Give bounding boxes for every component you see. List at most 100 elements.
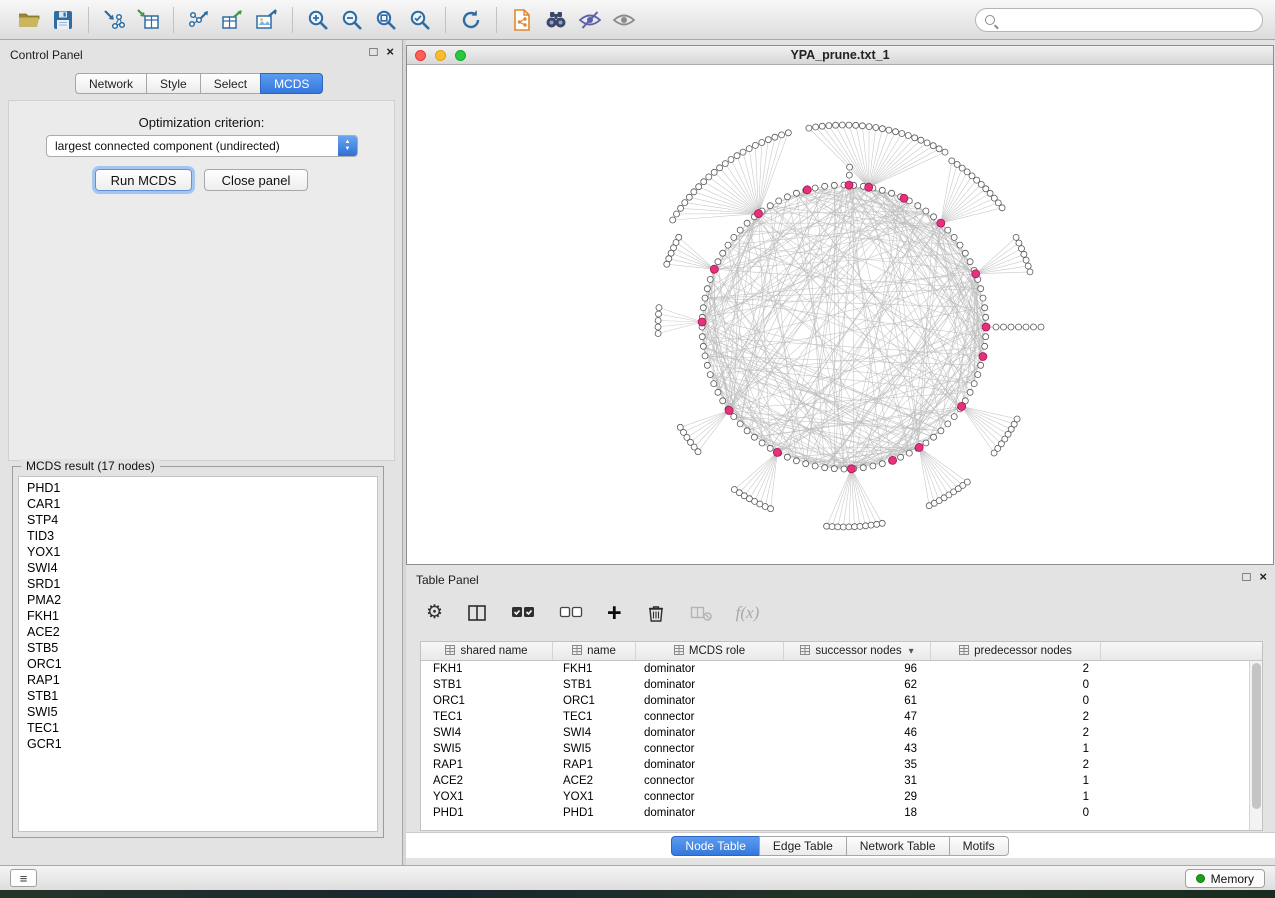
- tab-node-table[interactable]: Node Table: [671, 836, 760, 856]
- satellite-node[interactable]: [852, 524, 858, 530]
- unselect-all-icon[interactable]: [559, 601, 583, 625]
- satellite-node[interactable]: [1027, 269, 1033, 275]
- satellite-node[interactable]: [936, 146, 942, 152]
- satellite-node[interactable]: [964, 479, 970, 485]
- zoom-fit-icon[interactable]: [369, 5, 403, 35]
- satellite-node[interactable]: [734, 153, 740, 159]
- satellite-node[interactable]: [682, 200, 688, 206]
- satellite-node[interactable]: [711, 169, 717, 175]
- table-row[interactable]: SWI4SWI4dominator462: [421, 725, 1249, 741]
- satellite-node[interactable]: [1013, 234, 1019, 240]
- refresh-icon[interactable]: [454, 5, 488, 35]
- network-node[interactable]: [737, 421, 743, 427]
- network-node[interactable]: [931, 214, 937, 220]
- satellite-node[interactable]: [695, 449, 701, 455]
- float-panel-icon[interactable]: □: [370, 45, 378, 59]
- satellite-node[interactable]: [819, 123, 825, 129]
- dominator-node[interactable]: [698, 318, 706, 326]
- satellite-node[interactable]: [1016, 324, 1022, 330]
- mcds-result-item[interactable]: ORC1: [19, 656, 377, 672]
- network-node[interactable]: [720, 398, 726, 404]
- satellite-node[interactable]: [752, 142, 758, 148]
- satellite-node[interactable]: [655, 318, 661, 324]
- network-node[interactable]: [731, 414, 737, 420]
- network-node[interactable]: [700, 305, 706, 311]
- network-node[interactable]: [793, 458, 799, 464]
- dominator-node[interactable]: [803, 186, 811, 194]
- network-node[interactable]: [898, 454, 904, 460]
- satellite-node[interactable]: [1014, 416, 1020, 422]
- satellite-node[interactable]: [824, 523, 830, 529]
- table-row[interactable]: ACE2ACE2connector311: [421, 773, 1249, 789]
- tab-network-table[interactable]: Network Table: [846, 836, 950, 856]
- satellite-node[interactable]: [759, 140, 765, 146]
- export-network-icon[interactable]: [182, 5, 216, 35]
- satellite-node[interactable]: [912, 135, 918, 141]
- export-image-icon[interactable]: [250, 5, 284, 35]
- satellite-node[interactable]: [835, 524, 841, 530]
- satellite-node[interactable]: [846, 172, 852, 178]
- satellite-node[interactable]: [829, 524, 835, 530]
- satellite-node[interactable]: [701, 179, 707, 185]
- satellite-node[interactable]: [846, 122, 852, 128]
- search-input[interactable]: [1002, 13, 1253, 27]
- zoom-out-icon[interactable]: [335, 5, 369, 35]
- satellite-node[interactable]: [949, 158, 955, 164]
- satellite-node[interactable]: [785, 130, 791, 136]
- import-network-icon[interactable]: [97, 5, 131, 35]
- satellite-node[interactable]: [954, 161, 960, 167]
- mcds-result-item[interactable]: RAP1: [19, 672, 377, 688]
- mcds-result-item[interactable]: PHD1: [19, 480, 377, 496]
- network-node[interactable]: [744, 428, 750, 434]
- network-node[interactable]: [700, 343, 706, 349]
- tab-motifs[interactable]: Motifs: [949, 836, 1009, 856]
- dominator-node[interactable]: [847, 465, 855, 473]
- network-node[interactable]: [812, 185, 818, 191]
- mcds-result-item[interactable]: PMA2: [19, 592, 377, 608]
- dominator-node[interactable]: [915, 443, 923, 451]
- dominator-node[interactable]: [972, 270, 980, 278]
- satellite-node[interactable]: [670, 217, 676, 223]
- memory-button[interactable]: Memory: [1185, 869, 1265, 888]
- satellite-node[interactable]: [886, 127, 892, 133]
- network-node[interactable]: [784, 454, 790, 460]
- satellite-node[interactable]: [768, 506, 774, 512]
- column-header-MCDS-role[interactable]: MCDS role: [636, 642, 784, 660]
- mcds-result-item[interactable]: ACE2: [19, 624, 377, 640]
- delete-row-icon[interactable]: [646, 601, 666, 625]
- network-node[interactable]: [983, 334, 989, 340]
- satellite-node[interactable]: [853, 122, 859, 128]
- satellite-node[interactable]: [691, 189, 697, 195]
- network-node[interactable]: [704, 362, 710, 368]
- network-node[interactable]: [715, 259, 721, 265]
- network-node[interactable]: [822, 183, 828, 189]
- satellite-node[interactable]: [806, 125, 812, 131]
- satellite-node[interactable]: [1021, 251, 1027, 257]
- satellite-node[interactable]: [678, 205, 684, 211]
- network-node[interactable]: [704, 286, 710, 292]
- satellite-node[interactable]: [668, 250, 674, 256]
- network-node[interactable]: [870, 463, 876, 469]
- dominator-node[interactable]: [773, 448, 781, 456]
- search-field[interactable]: [975, 8, 1263, 32]
- satellite-node[interactable]: [942, 149, 948, 155]
- network-node[interactable]: [707, 372, 713, 378]
- network-node[interactable]: [978, 362, 984, 368]
- network-titlebar[interactable]: YPA_prune.txt_1: [407, 46, 1273, 65]
- import-table-icon[interactable]: [131, 5, 165, 35]
- satellite-node[interactable]: [840, 524, 846, 530]
- satellite-node[interactable]: [722, 161, 728, 167]
- satellite-node[interactable]: [993, 324, 999, 330]
- satellite-node[interactable]: [874, 521, 880, 527]
- satellite-node[interactable]: [899, 131, 905, 137]
- mcds-result-item[interactable]: SWI4: [19, 560, 377, 576]
- satellite-node[interactable]: [863, 523, 869, 529]
- gear-icon[interactable]: ⚙: [426, 601, 443, 625]
- mcds-result-item[interactable]: STB1: [19, 688, 377, 704]
- satellite-node[interactable]: [873, 125, 879, 131]
- open-file-icon[interactable]: [12, 5, 46, 35]
- mcds-result-item[interactable]: STB5: [19, 640, 377, 656]
- satellite-node[interactable]: [833, 122, 839, 128]
- mcds-result-item[interactable]: STP4: [19, 512, 377, 528]
- network-node[interactable]: [793, 190, 799, 196]
